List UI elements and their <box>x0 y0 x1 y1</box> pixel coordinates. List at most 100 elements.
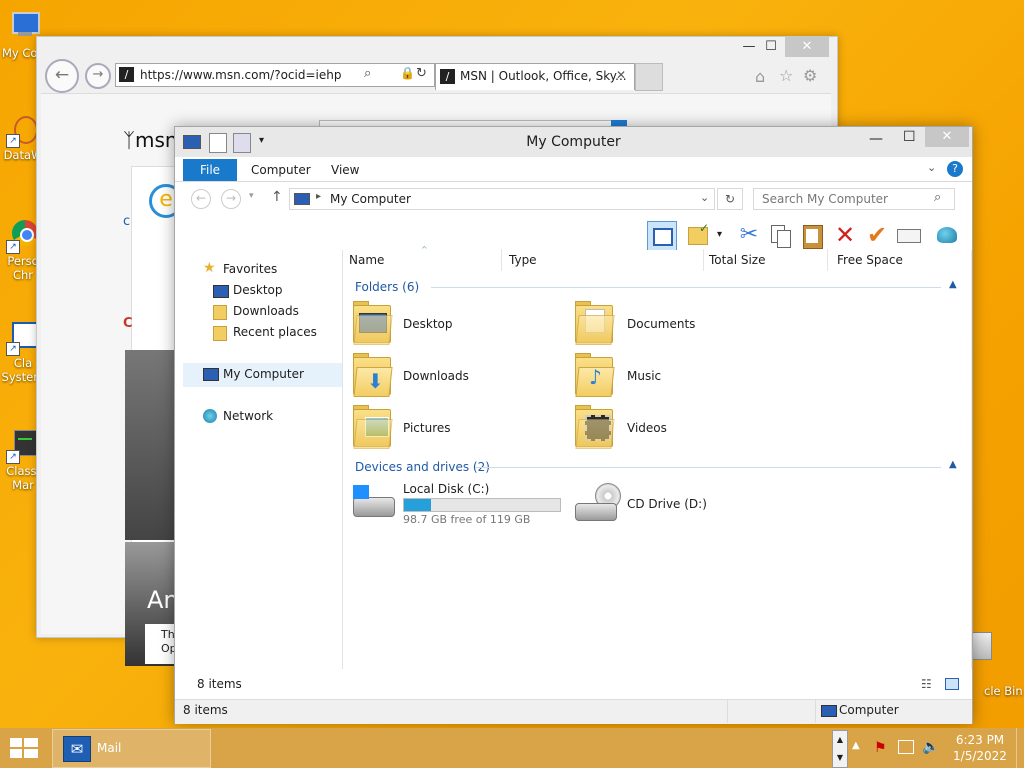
nav-downloads[interactable]: Downloads <box>233 304 299 318</box>
music-folder-icon[interactable]: ♪ <box>575 353 615 397</box>
breadcrumb[interactable]: My Computer <box>330 192 411 206</box>
ie-tab-title: MSN | Outlook, Office, Sky... <box>460 69 627 83</box>
shortcut-arrow-icon: ↗ <box>6 134 20 148</box>
paste-clipboard-icon[interactable] <box>799 221 827 249</box>
clock[interactable]: 6:23 PM 1/5/2022 <box>950 732 1010 764</box>
shortcut-arrow-icon: ↗ <box>6 450 20 464</box>
desktop-icon <box>213 285 229 298</box>
computer-icon <box>6 10 40 44</box>
back-button[interactable]: ← <box>191 189 211 209</box>
up-button[interactable]: ↑ <box>271 189 283 205</box>
search-input[interactable]: Search My Computer ⌕ <box>753 188 955 210</box>
system-icon: ↗ <box>6 320 40 356</box>
search-placeholder: Search My Computer <box>762 192 888 206</box>
rename-icon[interactable] <box>895 221 923 249</box>
explorer-window[interactable]: ▾ My Computer — ☐ ✕ File Computer View ⌄… <box>174 126 973 724</box>
downloads-folder-icon[interactable]: ⬇ <box>353 353 393 397</box>
folder-check-icon[interactable]: ✓ <box>685 221 713 249</box>
mail-icon: ✉ <box>63 736 91 762</box>
group-header-folders[interactable]: Folders (6) <box>355 280 419 294</box>
ie-close-button[interactable]: ✕ <box>785 37 829 57</box>
local-disk-icon[interactable] <box>351 485 397 521</box>
checkmark-icon[interactable]: ✔ <box>863 221 891 249</box>
close-tab-icon[interactable]: ✕ <box>616 68 626 82</box>
videos-folder-icon[interactable] <box>575 405 615 449</box>
drive-cd[interactable]: CD Drive (D:) <box>627 497 707 511</box>
nav-my-computer[interactable]: My Computer <box>223 367 304 381</box>
column-divider[interactable] <box>703 249 704 271</box>
column-header-total-size[interactable]: Total Size <box>709 253 765 267</box>
maximize-button[interactable]: ☐ <box>903 129 916 145</box>
nav-recent-places[interactable]: Recent places <box>233 325 317 339</box>
nav-network[interactable]: Network <box>223 409 273 423</box>
action-center-flag-icon[interactable]: ⚑ <box>874 740 887 756</box>
ie-address-bar[interactable]: ∕ https://www.msn.com/?ocid=iehp ⌕ 🔒 ↻ <box>115 63 435 87</box>
folder-pictures[interactable]: Pictures <box>403 421 451 435</box>
volume-muted-icon[interactable]: 🔈 <box>922 739 939 755</box>
refresh-icon[interactable]: ↻ <box>416 66 427 81</box>
title-bar[interactable]: ▾ My Computer — ☐ ✕ <box>175 127 972 157</box>
nav-desktop[interactable]: Desktop <box>233 283 283 297</box>
minimize-button[interactable]: — <box>869 131 883 147</box>
large-icons-view-icon[interactable] <box>945 678 959 690</box>
windows-start-icon[interactable] <box>10 738 40 758</box>
taskbar-scroll[interactable]: ▲ ▼ <box>832 730 848 768</box>
folder-videos[interactable]: Videos <box>627 421 667 435</box>
recent-locations-icon[interactable]: ▾ <box>249 191 254 201</box>
preview-pane-icon[interactable] <box>647 221 677 251</box>
ie-new-tab-button[interactable] <box>635 63 663 91</box>
folder-music[interactable]: Music <box>627 369 661 383</box>
folder-downloads[interactable]: Downloads <box>403 369 469 383</box>
pictures-folder-icon[interactable] <box>353 405 393 449</box>
refresh-icon[interactable]: ↻ <box>717 188 743 210</box>
forward-button[interactable]: → <box>221 189 241 209</box>
globe-icon[interactable] <box>933 221 961 249</box>
search-icon: ⌕ <box>934 190 942 205</box>
close-button[interactable]: ✕ <box>925 127 969 147</box>
column-header-free-space[interactable]: Free Space <box>837 253 903 267</box>
help-icon[interactable]: ? <box>947 161 963 177</box>
toolbar-dropdown-icon[interactable]: ▾ <box>717 229 722 240</box>
taskbar-mail-button[interactable]: ✉ Mail <box>52 729 211 768</box>
column-header-name[interactable]: Name <box>349 253 384 267</box>
tab-view[interactable]: View <box>331 159 359 181</box>
collapse-group-icon[interactable]: ▲ <box>949 279 957 290</box>
delete-x-icon[interactable]: ✕ <box>831 221 859 249</box>
expand-ribbon-icon[interactable]: ⌄ <box>927 161 936 174</box>
window-title: My Computer <box>526 134 621 150</box>
collapse-group-icon[interactable]: ▲ <box>949 459 957 470</box>
column-divider[interactable] <box>501 249 502 271</box>
tab-computer[interactable]: Computer <box>251 159 311 181</box>
atom-icon: ↗ <box>6 112 40 148</box>
favorites-star-icon[interactable]: ☆ <box>779 66 793 85</box>
address-dropdown-icon[interactable]: ⌄ <box>700 191 709 204</box>
copy-icon[interactable] <box>767 221 795 249</box>
address-bar[interactable]: ▸ My Computer ⌄ <box>289 188 715 210</box>
home-icon[interactable]: ⌂ <box>755 67 765 86</box>
column-header-type[interactable]: Type <box>509 253 537 267</box>
show-hidden-icons-icon[interactable]: ▲ <box>852 740 860 751</box>
settings-gear-icon[interactable]: ⚙ <box>803 66 817 85</box>
item-count: 8 items <box>197 677 242 691</box>
group-header-devices[interactable]: Devices and drives (2) <box>355 460 490 474</box>
breadcrumb-chevron-icon: ▸ <box>316 191 322 202</box>
ie-tab-msn[interactable]: ∕ MSN | Outlook, Office, Sky... ✕ <box>435 63 635 90</box>
show-desktop-button[interactable] <box>1016 728 1024 768</box>
documents-folder-icon[interactable] <box>575 301 615 345</box>
folder-desktop[interactable]: Desktop <box>403 317 453 331</box>
cd-drive-icon[interactable] <box>573 483 621 523</box>
msn-news-image[interactable] <box>125 350 181 540</box>
msn-favicon-icon: ∕ <box>440 69 455 84</box>
ie-back-button[interactable]: ← <box>45 59 79 93</box>
cut-scissors-icon[interactable]: ✂ <box>735 221 763 249</box>
folder-documents[interactable]: Documents <box>627 317 695 331</box>
details-view-icon[interactable]: ☷ <box>921 677 932 691</box>
nav-favorites[interactable]: Favorites <box>223 262 277 276</box>
tab-file[interactable]: File <box>183 159 237 181</box>
ie-forward-button[interactable]: → <box>85 63 111 89</box>
desktop-folder-icon[interactable] <box>353 301 393 345</box>
search-icon[interactable]: ⌕ <box>364 66 371 81</box>
column-divider[interactable] <box>827 249 828 271</box>
drive-local-disk-name[interactable]: Local Disk (C:) <box>403 482 489 496</box>
network-tray-icon[interactable] <box>898 740 914 754</box>
